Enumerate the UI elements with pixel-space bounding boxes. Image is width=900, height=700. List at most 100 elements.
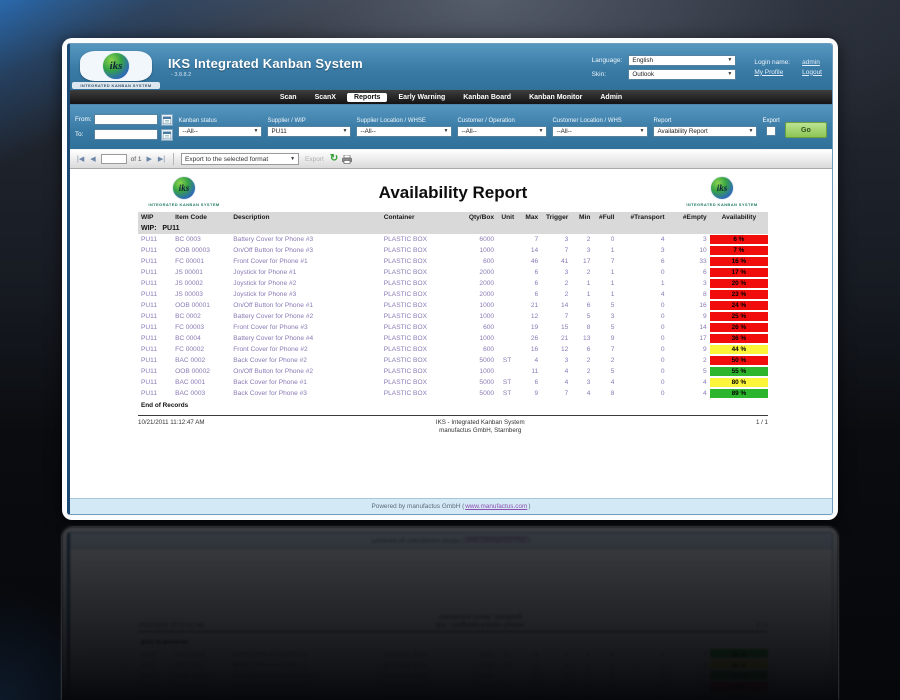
cell-qty_box: 2000 (479, 280, 495, 287)
report-logo-left: iks INTEGRATED KANBAN SYSTEM (138, 176, 230, 207)
cell-max: 46 (530, 258, 539, 265)
go-button[interactable]: Go (784, 122, 827, 138)
my-profile-link[interactable]: My Profile (754, 69, 790, 76)
iks-logo-caption: INTEGRATED KANBAN SYSTEM (72, 82, 160, 89)
chevron-down-icon: ▼ (727, 71, 733, 77)
iks-globe-icon: iks (709, 176, 734, 200)
cell-trigger: 3 (564, 236, 569, 243)
nav-tab-scanx[interactable]: ScanX (308, 93, 343, 102)
cell-full: 7 (610, 258, 615, 265)
table-row: PU11 BC 0002 Battery Cover for Phone #2 PLA… (138, 311, 768, 322)
manufactus-link[interactable]: www.manufactus.com (465, 503, 527, 510)
language-select-value: English (632, 56, 653, 64)
filter-group-supplier-location: Supplier Location / WHSE --All-- ▼ (356, 117, 453, 137)
export-report-button[interactable]: Export (305, 156, 324, 163)
cell-transport: 6 (660, 258, 665, 265)
cell-trigger: 4 (564, 368, 569, 375)
page-count-label: of 1 (130, 155, 142, 163)
last-page-button[interactable]: ▶| (157, 155, 166, 163)
from-date-input[interactable] (94, 114, 159, 125)
filter-label-customer-location: Customer Location / WHS (552, 117, 622, 124)
cell-full: 3 (610, 313, 615, 320)
export-format-select[interactable]: Export to the selected format ▼ (181, 153, 300, 165)
to-calendar-button[interactable] (161, 128, 174, 141)
column-header: #Empty (667, 212, 710, 223)
cell-empty: 6 (703, 269, 707, 276)
iks-globe-icon: iks (102, 52, 130, 80)
cell-transport: 0 (660, 335, 665, 342)
cell-qty_box: 5000 (479, 390, 495, 397)
export-checkbox[interactable] (766, 126, 777, 136)
cell-availability: 6 % (709, 234, 768, 245)
nav-tab-early-warning[interactable]: Early Warning (391, 93, 452, 102)
cell-wip: PU11 (141, 280, 158, 287)
next-page-button[interactable]: ▶ (145, 155, 152, 163)
logout-link[interactable]: Logout (802, 69, 822, 76)
chevron-down-icon: ▼ (253, 128, 259, 134)
cell-empty: 5 (703, 368, 707, 375)
cell-transport: 0 (660, 357, 665, 364)
chevron-down-icon: ▼ (342, 128, 348, 134)
filter-select-customer-operation[interactable]: --All-- ▼ (457, 125, 548, 137)
availability-badge: 6 % (709, 235, 768, 244)
login-name-value[interactable]: admin (802, 59, 822, 66)
cell-full: 1 (610, 247, 615, 254)
nav-tab-kanban-monitor[interactable]: Kanban Monitor (522, 93, 589, 102)
filter-select-supplier-wip[interactable]: PU11 ▼ (267, 125, 352, 137)
table-row: PU11 JS 00001 Joystick for Phone #1 PLASTIC… (138, 267, 768, 278)
cell-availability: 50 % (709, 355, 768, 366)
availability-badge: 50 % (709, 356, 768, 365)
cell-container: PLASTIC BOX (383, 390, 427, 397)
nav-tab-scan[interactable]: Scan (273, 93, 304, 102)
cell-full: 7 (610, 346, 615, 353)
nav-tab-admin[interactable]: Admin (593, 93, 629, 102)
toolbar-separator (173, 153, 175, 165)
cell-full: 8 (610, 390, 615, 397)
printer-icon[interactable] (342, 154, 353, 164)
app-footer: Powered by manufactus GmbH ( www.manufac… (70, 498, 832, 514)
cell-container: PLASTIC BOX (383, 324, 427, 331)
cell-qty_box: 5000 (479, 357, 495, 364)
cell-max: 4 (534, 357, 539, 364)
to-date-input[interactable] (94, 129, 159, 140)
cell-full: 5 (610, 368, 615, 375)
cell-container: PLASTIC BOX (383, 236, 427, 243)
table-row: PU11 BAC 0001 Back Cover for Phone #1 PLAST… (138, 377, 768, 388)
nav-tab-kanban-board[interactable]: Kanban Board (456, 93, 518, 102)
cell-container: PLASTIC BOX (383, 346, 427, 353)
first-page-button[interactable]: |◀ (76, 155, 85, 163)
app-title: IKS Integrated Kanban System (168, 56, 363, 71)
language-select[interactable]: English ▼ (628, 54, 737, 66)
cell-description: Back Cover for Phone #3 (233, 390, 307, 397)
filter-select-value: PU11 (271, 127, 287, 135)
refresh-icon[interactable]: ↻ (330, 154, 338, 164)
filter-select-report[interactable]: Availability Report ▼ (653, 125, 758, 137)
cell-empty: 4 (703, 379, 707, 386)
filter-select-supplier-location[interactable]: --All-- ▼ (356, 125, 453, 137)
cell-trigger: 2 (564, 280, 569, 287)
report-page-indicator: 1 / 1 (755, 418, 768, 426)
chevron-down-icon: ▼ (290, 156, 296, 162)
cell-min: 1 (586, 280, 591, 287)
cell-unit (497, 300, 517, 311)
reflection: iks INTEGRATED KANBAN SYSTEM IKS Integra… (62, 527, 838, 700)
availability-badge: 89 % (709, 389, 768, 398)
report-logo-right: iks INTEGRATED KANBAN SYSTEM (676, 176, 768, 207)
prev-page-button[interactable]: ◀ (89, 155, 96, 163)
page-number-input[interactable] (100, 154, 127, 164)
column-header: Trigger (541, 212, 572, 223)
cell-container: PLASTIC BOX (383, 280, 427, 287)
filter-select-customer-location[interactable]: --All-- ▼ (552, 125, 649, 137)
cell-max: 6 (534, 379, 539, 386)
filter-select-kanban-status[interactable]: --All-- ▼ (178, 125, 263, 137)
cell-empty: 16 (699, 302, 707, 309)
from-calendar-button[interactable] (161, 113, 174, 126)
cell-trigger: 41 (560, 258, 569, 265)
skin-select[interactable]: Outlook ▼ (628, 68, 737, 80)
availability-badge: 7 % (709, 246, 768, 255)
cell-container: PLASTIC BOX (383, 335, 427, 342)
nav-tab-reports[interactable]: Reports (346, 92, 388, 102)
report-footer-line1: IKS - Integrated Kanban System (435, 418, 525, 426)
filter-label-supplier-location: Supplier Location / WHSE (356, 117, 426, 124)
filter-select-value: --All-- (360, 127, 376, 135)
